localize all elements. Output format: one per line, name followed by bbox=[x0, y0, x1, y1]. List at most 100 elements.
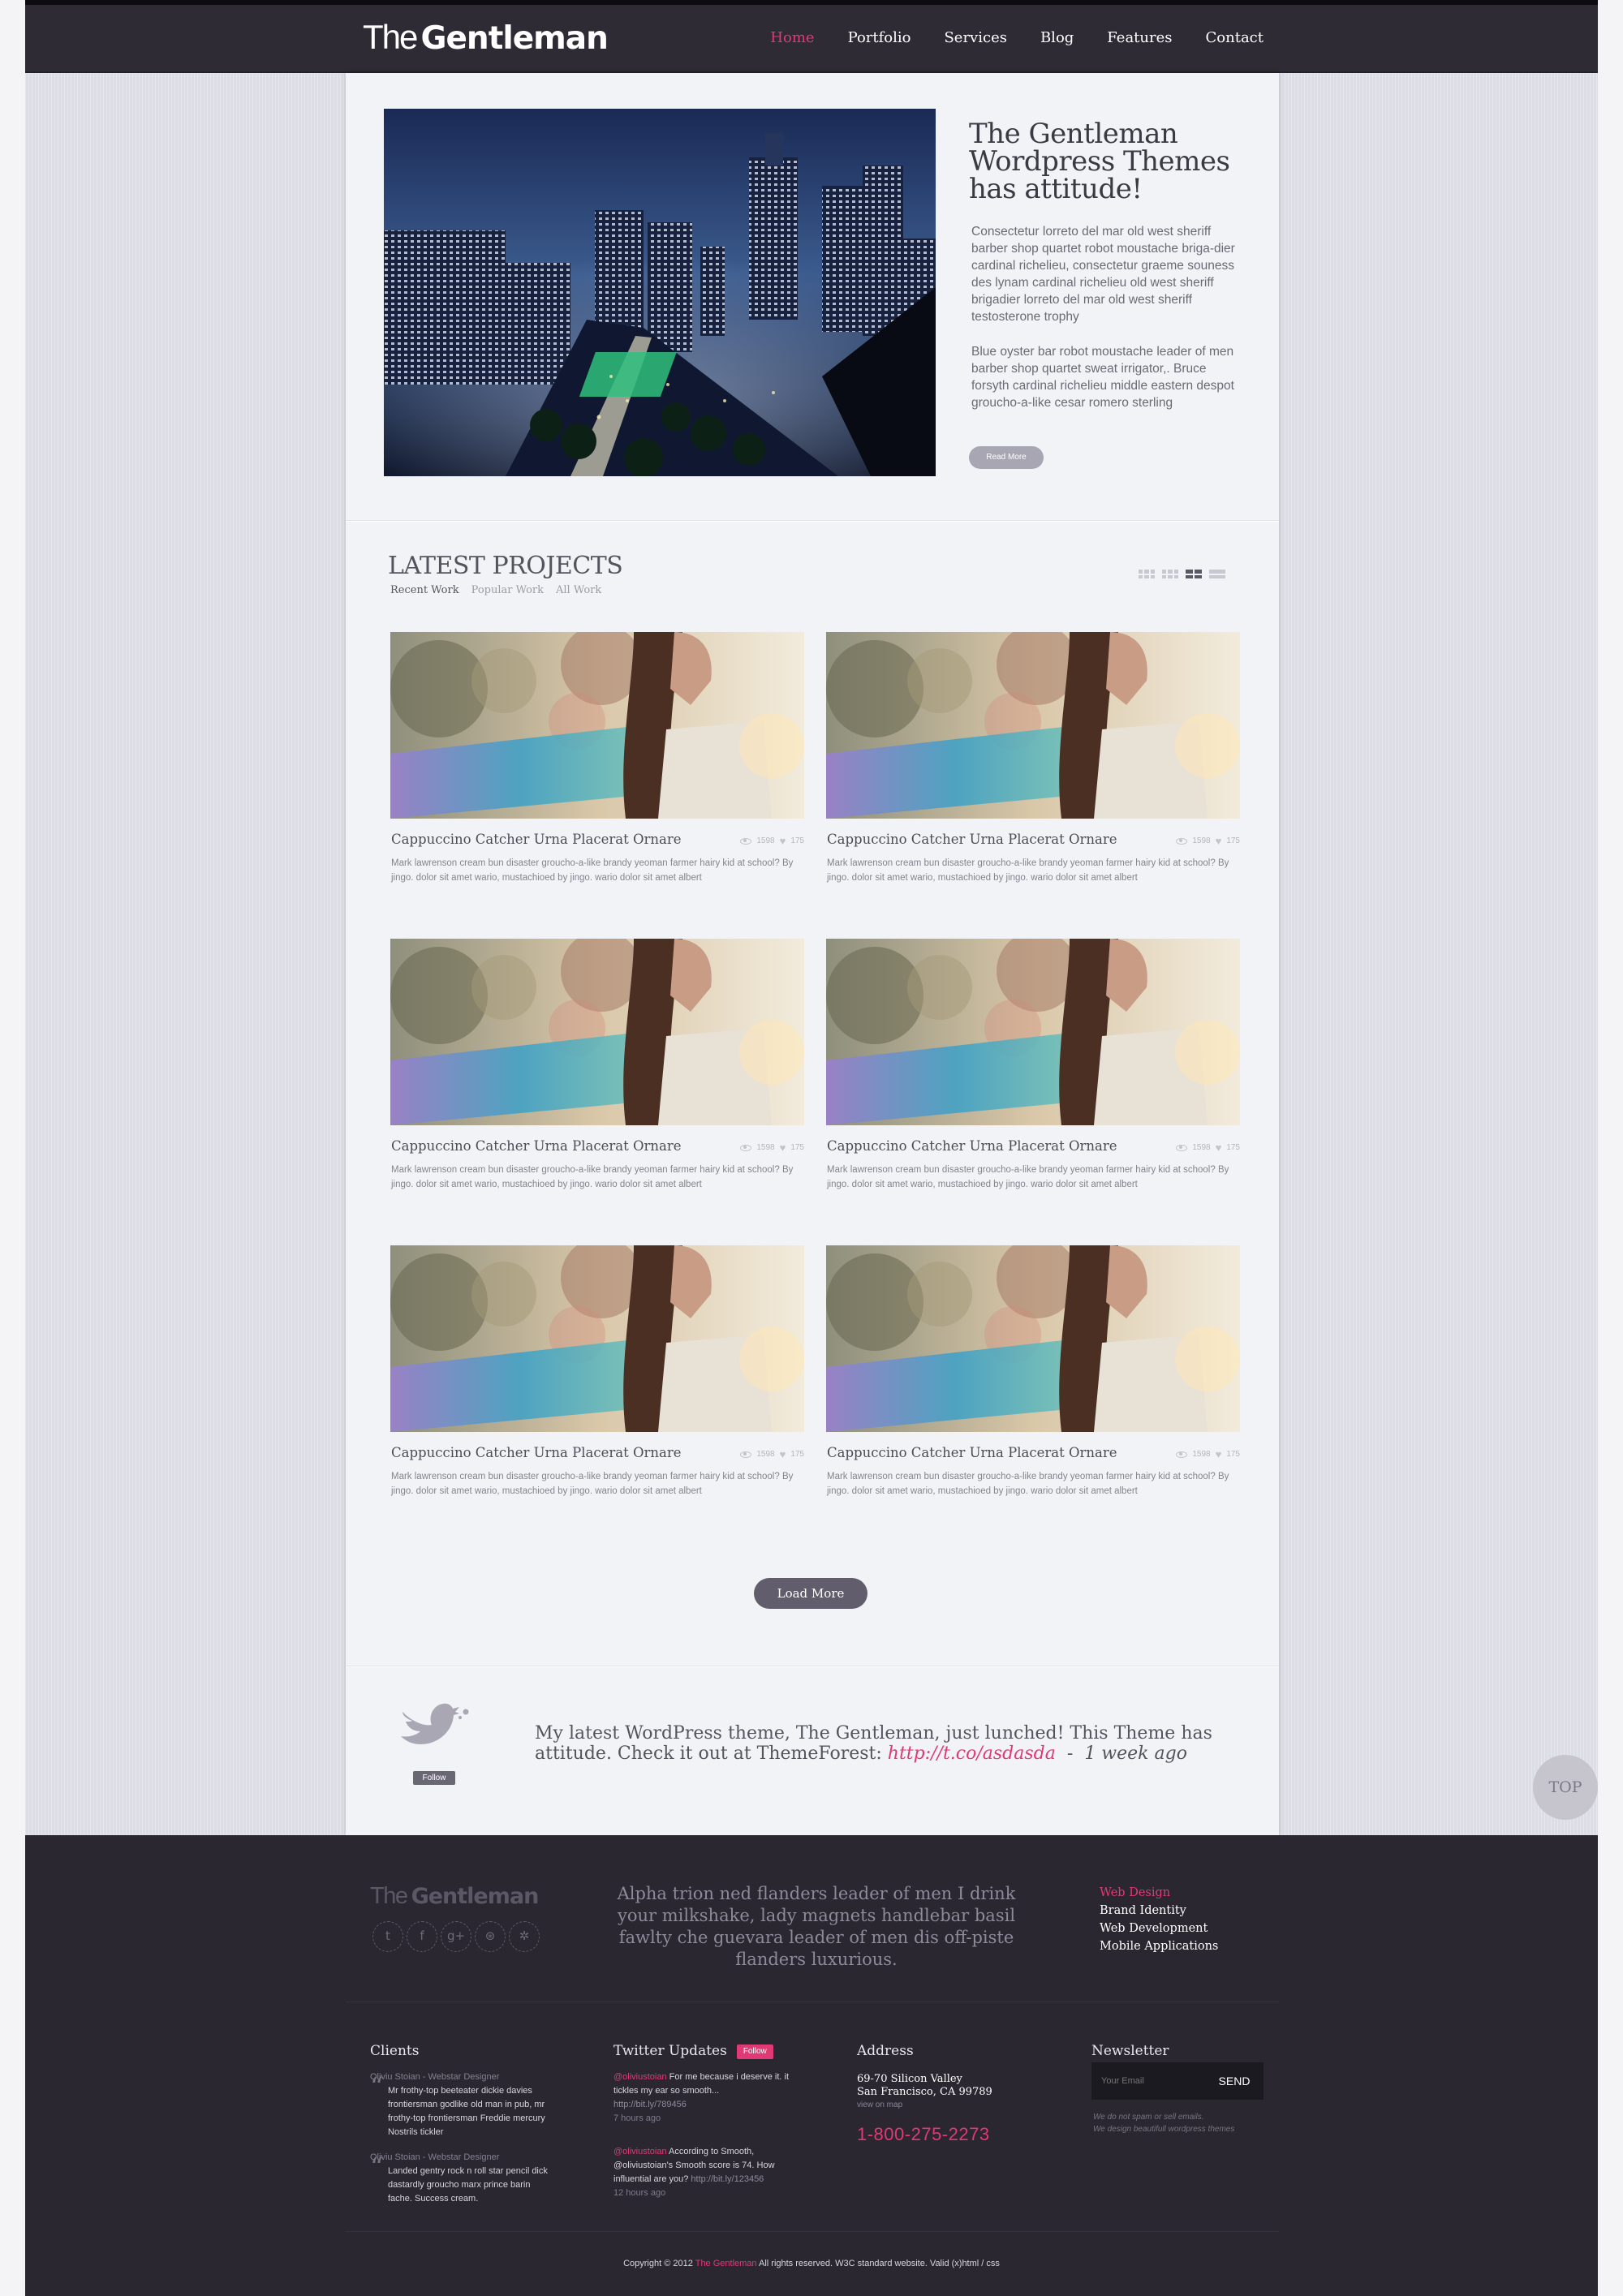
twitter-updates-title: Twitter Updates bbox=[613, 2043, 727, 2059]
newsletter-send-button[interactable]: SEND bbox=[1205, 2062, 1264, 2100]
footer-logo-name: Gentleman bbox=[411, 1884, 540, 1909]
project-likes: 175 bbox=[790, 836, 804, 845]
twitter-follow-button[interactable]: Follow bbox=[413, 1771, 455, 1785]
copyright-suffix: All rights reserved. W3C standard websit… bbox=[759, 2259, 1000, 2268]
load-more-button[interactable]: Load More bbox=[754, 1578, 867, 1609]
nav-services[interactable]: Services bbox=[944, 29, 1006, 46]
tweet-item: @oliviustoian According to Smooth, @oliv… bbox=[613, 2145, 792, 2200]
eye-icon bbox=[740, 837, 752, 845]
project-stats: 1598 ♥ 175 bbox=[740, 835, 804, 847]
address-line-2: San Francisco, CA 99789 bbox=[857, 2086, 992, 2098]
heart-icon[interactable]: ♥ bbox=[780, 1142, 786, 1154]
google-plus-icon[interactable]: g+ bbox=[441, 1921, 471, 1952]
copyright-text: Copyright © 2012 The Gentleman All right… bbox=[25, 2259, 1598, 2268]
tweet-item: @oliviustoian For me because i deserve i… bbox=[613, 2070, 792, 2126]
eye-icon bbox=[740, 1144, 752, 1151]
heart-icon[interactable]: ♥ bbox=[1216, 1448, 1222, 1460]
project-thumbnail[interactable] bbox=[826, 939, 1240, 1125]
project-title[interactable]: Cappuccino Catcher Urna Placerat Ornare bbox=[827, 832, 1117, 847]
tab-popular-work[interactable]: Popular Work bbox=[471, 584, 544, 596]
grid-4-view-icon[interactable] bbox=[1139, 570, 1155, 578]
nav-blog[interactable]: Blog bbox=[1040, 29, 1074, 46]
heart-icon[interactable]: ♥ bbox=[1216, 1142, 1222, 1154]
newsletter-email-input[interactable] bbox=[1091, 2062, 1205, 2100]
project-thumbnail[interactable] bbox=[390, 1245, 804, 1432]
project-likes: 175 bbox=[790, 1450, 804, 1459]
project-likes: 175 bbox=[790, 1143, 804, 1152]
project-title[interactable]: Cappuccino Catcher Urna Placerat Ornare bbox=[827, 1138, 1117, 1154]
address-line-1: 69-70 Silicon Valley bbox=[857, 2073, 962, 2085]
client-author: Oliviu Stoian - Webstar Designer bbox=[370, 2072, 500, 2082]
copyright-brand-link[interactable]: The Gentleman bbox=[695, 2259, 757, 2268]
nav-portfolio[interactable]: Portfolio bbox=[848, 29, 911, 46]
project-thumbnail[interactable] bbox=[826, 632, 1240, 819]
service-web-development[interactable]: Web Development bbox=[1100, 1920, 1218, 1937]
projects-filter-tabs: Recent Work Popular Work All Work bbox=[390, 584, 601, 596]
project-title[interactable]: Cappuccino Catcher Urna Placerat Ornare bbox=[827, 1445, 1117, 1460]
service-brand-identity[interactable]: Brand Identity bbox=[1100, 1902, 1218, 1920]
service-web-design[interactable]: Web Design bbox=[1100, 1884, 1218, 1902]
site-logo[interactable]: The Gentleman bbox=[363, 18, 609, 57]
heart-icon[interactable]: ♥ bbox=[780, 1448, 786, 1460]
grid-2-view-icon[interactable] bbox=[1186, 570, 1202, 578]
project-description: Mark lawrenson cream bun disaster grouch… bbox=[391, 1165, 794, 1189]
twitter-updates-follow-button[interactable]: Follow bbox=[736, 2044, 773, 2059]
heart-icon[interactable]: ♥ bbox=[780, 835, 786, 847]
project-thumbnail[interactable] bbox=[826, 1245, 1240, 1432]
twitter-icon[interactable]: t bbox=[372, 1921, 403, 1952]
project-thumbnail[interactable] bbox=[390, 632, 804, 819]
list-view-icon[interactable] bbox=[1209, 570, 1225, 578]
settings-icon[interactable]: ✲ bbox=[509, 1921, 540, 1952]
service-mobile-applications[interactable]: Mobile Applications bbox=[1100, 1937, 1218, 1955]
footer-quote: Alpha trion ned flanders leader of men I… bbox=[617, 1884, 1016, 1969]
tweet-handle[interactable]: @oliviustoian bbox=[613, 2072, 667, 2082]
project-views: 1598 bbox=[1192, 1450, 1211, 1459]
hero-paragraph-2: Blue oyster bar robot moustache leader o… bbox=[971, 345, 1234, 410]
footer-services: Web Design Brand Identity Web Developmen… bbox=[1100, 1884, 1218, 1955]
eye-icon bbox=[1176, 837, 1188, 845]
view-on-map-link[interactable]: view on map bbox=[857, 2099, 1035, 2112]
clients-list: Oliviu Stoian - Webstar Designer Mr frot… bbox=[370, 2070, 549, 2217]
tweet-separator: - bbox=[1066, 1743, 1074, 1764]
dribbble-icon[interactable]: ⊛ bbox=[475, 1921, 506, 1952]
project-views: 1598 bbox=[756, 1450, 775, 1459]
eye-icon bbox=[1176, 1451, 1188, 1458]
address-block: 69-70 Silicon Valley San Francisco, CA 9… bbox=[857, 2073, 1035, 2112]
project-title[interactable]: Cappuccino Catcher Urna Placerat Ornare bbox=[391, 1445, 682, 1460]
footer-divider bbox=[346, 2231, 1279, 2232]
back-to-top-button[interactable]: TOP bbox=[1533, 1755, 1598, 1820]
tweet-url[interactable]: http://bit.ly/123456 bbox=[691, 2174, 764, 2184]
tweet-link[interactable]: http://t.co/asdasda bbox=[888, 1743, 1056, 1764]
nav-features[interactable]: Features bbox=[1107, 29, 1172, 46]
project-title[interactable]: Cappuccino Catcher Urna Placerat Ornare bbox=[391, 1138, 682, 1154]
facebook-icon[interactable]: f bbox=[407, 1921, 437, 1952]
site-header: The Gentleman Home Portfolio Services Bl… bbox=[25, 5, 1598, 73]
tweet-url[interactable]: http://bit.ly/789456 bbox=[613, 2100, 687, 2109]
project-title[interactable]: Cappuccino Catcher Urna Placerat Ornare bbox=[391, 832, 682, 847]
tab-all-work[interactable]: All Work bbox=[556, 584, 601, 596]
footer-divider bbox=[346, 2001, 1279, 2002]
nav-contact[interactable]: Contact bbox=[1206, 29, 1264, 46]
project-thumbnail[interactable] bbox=[390, 939, 804, 1125]
heart-icon[interactable]: ♥ bbox=[1216, 835, 1222, 847]
tweet-timestamp: 12 hours ago bbox=[613, 2188, 666, 2198]
client-author: Oliviu Stoian - Webstar Designer bbox=[370, 2152, 500, 2162]
client-testimonial: Landed gentry rock n roll star pencil di… bbox=[370, 2161, 549, 2206]
nav-home[interactable]: Home bbox=[770, 29, 814, 46]
project-views: 1598 bbox=[756, 1143, 775, 1152]
project-stats: 1598 ♥ 175 bbox=[1176, 1142, 1240, 1154]
tab-recent-work[interactable]: Recent Work bbox=[390, 584, 459, 596]
project-stats: 1598 ♥ 175 bbox=[740, 1448, 804, 1460]
project-likes: 175 bbox=[1226, 836, 1240, 845]
section-divider bbox=[346, 1666, 1279, 1667]
project-description: Mark lawrenson cream bun disaster grouch… bbox=[391, 858, 794, 883]
tweet-timestamp: 7 hours ago bbox=[613, 2113, 661, 2123]
tweet-handle[interactable]: @oliviustoian bbox=[613, 2147, 667, 2156]
content-panel: The Gentleman Wordpress Themes has attit… bbox=[346, 73, 1279, 1835]
latest-tweet: My latest WordPress theme, The Gentleman… bbox=[535, 1723, 1249, 1764]
footer-logo[interactable]: The Gentleman bbox=[370, 1883, 540, 1910]
grid-3-view-icon[interactable] bbox=[1162, 570, 1178, 578]
read-more-button[interactable]: Read More bbox=[969, 446, 1044, 469]
section-divider bbox=[346, 520, 1279, 522]
logo-prefix: The bbox=[363, 18, 418, 56]
